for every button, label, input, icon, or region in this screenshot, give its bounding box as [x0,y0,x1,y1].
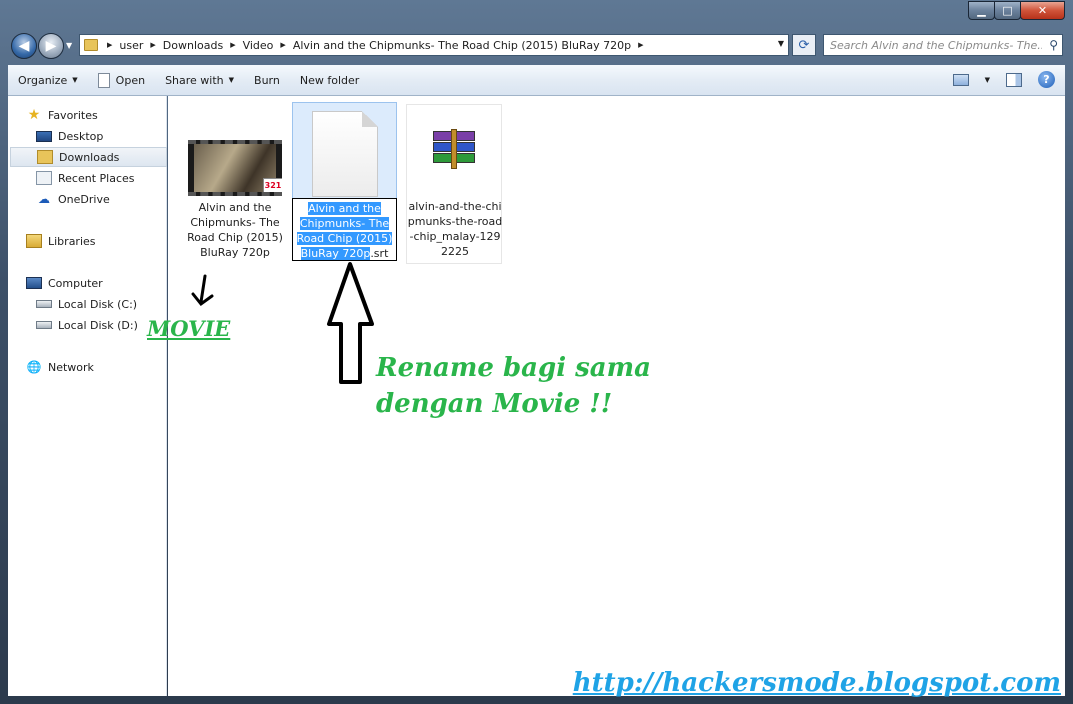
breadcrumb-user[interactable]: user ▶ [115,39,158,52]
breadcrumb-separator[interactable]: ▶ [104,41,115,49]
close-button[interactable]: ✕ [1020,1,1065,20]
breadcrumb-video[interactable]: Video ▶ [239,39,289,52]
maximize-button[interactable]: □ [994,1,1021,20]
rename-instruction-line: dengan Movie !! [376,389,613,419]
sidebar-item-libraries[interactable]: Libraries [26,231,183,251]
sidebar-item-label: Favorites [48,108,98,122]
breadcrumb-separator[interactable]: ▶ [227,41,238,49]
desktop-icon [36,130,52,142]
organize-label: Organize [18,73,68,87]
media-player-badge-icon: 321 [263,178,282,192]
search-icon[interactable]: ⚲ [1049,38,1058,52]
open-label: Open [115,73,146,87]
rename-input[interactable]: Alvin and the Chipmunks- The Road Chip (… [292,198,397,261]
cloud-icon: ☁ [38,192,50,206]
minimize-button[interactable]: ▁ [968,1,995,20]
up-arrow-annotation [327,262,374,384]
breadcrumb-downloads[interactable]: Downloads ▶ [159,39,239,52]
down-arrow-annotation [191,274,214,307]
sidebar-item-computer[interactable]: Computer [26,273,183,293]
burn-button[interactable]: Burn [244,65,290,95]
breadcrumb-separator[interactable]: ▶ [147,41,158,49]
file-extension: .srt [370,247,389,260]
file-name: alvin-and-the-chipmunks-the-road-chip_ma… [407,200,503,258]
sidebar-item-favorites[interactable]: ★ Favorites [26,105,183,125]
view-options-dropdown[interactable]: ▼ [985,76,990,84]
view-controls: ▼ ? [952,71,1055,88]
chevron-down-icon: ▼ [228,76,235,84]
open-button[interactable]: Open [88,65,155,95]
sidebar-item-label: Local Disk (D:) [58,318,138,332]
breadcrumb-current-folder[interactable]: Alvin and the Chipmunks- The Road Chip (… [289,39,647,52]
blank-document-icon [312,111,378,197]
share-with-label: Share with [165,73,224,87]
sidebar-item-label: Local Disk (C:) [58,297,138,311]
hard-drive-icon [36,321,52,329]
star-icon: ★ [27,107,41,123]
navigation-pane: ★ Favorites Desktop Downloads Recent Pla… [8,96,167,696]
share-with-button[interactable]: Share with ▼ [155,65,244,95]
navigation-bar: ◀ ▶ ▼ ▶ user ▶ Downloads ▶ Video ▶ Alvin… [0,29,1073,63]
caption-buttons: ▁ □ ✕ [968,1,1065,20]
sidebar-item-label: Downloads [59,150,120,164]
computer-icon [26,277,42,289]
breadcrumb-label: Alvin and the Chipmunks- The Road Chip (… [292,38,632,52]
rename-instruction: Rename bagi sama dengan Movie !! [376,350,676,422]
explorer-window: ▁ □ ✕ ◀ ▶ ▼ ▶ user ▶ Downloads ▶ Video ▶… [0,0,1073,704]
organize-button[interactable]: Organize ▼ [8,65,88,95]
document-icon [97,72,110,88]
command-bar: Organize ▼ Open Share with ▼ Burn New fo… [8,65,1065,96]
file-item-movie[interactable]: 321 Alvin and the Chipmunks- The Road Ch… [180,136,290,266]
preview-pane-icon[interactable] [1006,72,1022,87]
change-view-icon[interactable] [952,73,969,86]
back-button[interactable]: ◀ [11,33,37,59]
page-fold [362,111,378,127]
search-input[interactable]: Search Alvin and the Chipmunks- The... ⚲ [823,34,1063,56]
address-history-dropdown[interactable]: ▼ [778,39,784,48]
breadcrumb-label: Video [242,38,274,52]
winrar-archive-icon [433,129,475,169]
downloads-folder-icon [37,150,53,164]
sidebar-item-label: Network [48,360,94,374]
sidebar-item-label: Desktop [58,129,104,143]
folder-icon [84,39,98,51]
breadcrumb-label: user [119,38,144,52]
breadcrumb-separator[interactable]: ▶ [635,41,646,49]
help-icon[interactable]: ? [1038,71,1055,88]
movie-annotation: MOVIE [147,316,231,341]
refresh-button[interactable]: ⟳ [792,34,816,56]
forward-button[interactable]: ▶ [38,33,64,59]
sidebar-item-downloads[interactable]: Downloads [10,147,167,167]
breadcrumb-label: Downloads [162,38,224,52]
new-folder-button[interactable]: New folder [290,65,369,95]
burn-label: Burn [254,73,280,87]
address-bar[interactable]: ▶ user ▶ Downloads ▶ Video ▶ Alvin and t… [79,34,789,56]
sidebar-item-label: Libraries [48,234,96,248]
archive-strap [451,129,457,169]
globe-icon: 🌐 [26,360,42,374]
video-thumbnail: 321 [188,140,282,196]
chevron-down-icon: ▼ [72,76,78,84]
recent-places-icon [36,171,52,185]
libraries-icon [26,234,42,248]
breadcrumb-separator[interactable]: ▶ [277,41,288,49]
search-placeholder: Search Alvin and the Chipmunks- The... [830,38,1042,52]
sidebar-item-network[interactable]: 🌐 Network [26,357,183,377]
file-item-archive[interactable]: alvin-and-the-chipmunks-the-road-chip_ma… [406,104,502,264]
file-name: Alvin and the Chipmunks- The Road Chip (… [187,201,283,259]
blog-watermark: http://hackersmode.blogspot.com [572,668,1061,698]
sidebar-item-label: Computer [48,276,103,290]
recent-pages-dropdown[interactable]: ▼ [66,41,72,50]
sidebar-item-label: Recent Places [58,171,135,185]
hard-drive-icon [36,300,52,308]
new-folder-label: New folder [299,73,360,87]
rename-instruction-line: Rename bagi sama [376,353,651,383]
sidebar-item-label: OneDrive [58,192,110,206]
